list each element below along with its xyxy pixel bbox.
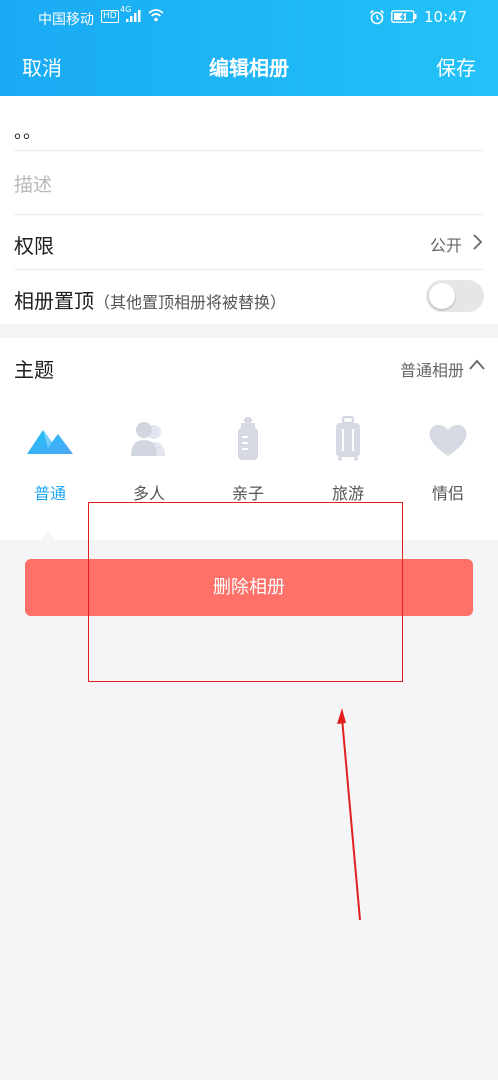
carrier-name: 中国移动: [38, 12, 94, 28]
status-bar: 中国移动 HD 4G 10:47: [0, 0, 498, 34]
divider: [14, 214, 484, 215]
theme-option-label: 多人: [132, 484, 165, 503]
battery-icon: [391, 10, 417, 23]
header: 中国移动 HD 4G 10:47 取消 编辑相册 保存: [0, 0, 498, 96]
pin-hint: （其他置顶相册将被替换）: [94, 293, 287, 312]
theme-option-group[interactable]: 多人: [99, 416, 199, 516]
chevron-right-icon: [473, 234, 483, 250]
album-name-input[interactable]: [14, 114, 484, 148]
luggage-icon: [336, 416, 360, 461]
theme-option-label: 情侣: [431, 484, 464, 503]
theme-option-label: 亲子: [231, 484, 264, 503]
permission-label: 权限: [14, 234, 54, 258]
theme-option-normal[interactable]: 普通: [0, 416, 100, 516]
divider: [14, 150, 484, 151]
theme-option-label: 普通: [33, 484, 66, 503]
page-title: 编辑相册: [209, 56, 289, 80]
save-button[interactable]: 保存: [436, 52, 476, 81]
theme-option-travel[interactable]: 旅游: [298, 416, 398, 516]
divider: [14, 269, 484, 270]
screen: 中国移动 HD 4G 10:47 取消 编辑相册 保存 。。 描述 权限 公开 …: [0, 0, 498, 1080]
theme-selected-value[interactable]: 普通相册: [400, 357, 464, 381]
album-form: 描述 权限 公开 相册置顶（其他置顶相册将被替换）: [0, 96, 498, 324]
alarm-icon: [369, 9, 385, 25]
clock: 10:47: [424, 8, 468, 26]
annotation-arrow: [337, 708, 361, 921]
theme-label: 主题: [14, 358, 54, 382]
toggle-knob: [429, 283, 455, 309]
chevron-up-icon[interactable]: [468, 357, 486, 373]
theme-option-family[interactable]: 亲子: [198, 416, 298, 516]
navigation-bar: 取消 编辑相册 保存: [0, 34, 498, 96]
people-icon: [131, 422, 165, 456]
theme-option-couple[interactable]: 情侣: [398, 416, 498, 516]
selected-theme-pointer: [39, 532, 57, 541]
pin-album-toggle[interactable]: [426, 280, 484, 312]
signal-icon: [126, 10, 141, 22]
pin-album-label: 相册置顶（其他置顶相册将被替换）: [14, 285, 286, 314]
mountain-icon: [27, 430, 73, 454]
baby-bottle-icon: [238, 417, 258, 460]
permission-value: 公开: [429, 236, 462, 255]
annotation-box: [88, 502, 403, 682]
theme-option-label: 旅游: [331, 484, 364, 503]
description-input[interactable]: 描述: [14, 170, 52, 197]
wifi-icon: [148, 9, 164, 22]
hd-badge: HD: [101, 10, 119, 23]
heart-icon: [429, 424, 467, 456]
pin-label-text: 相册置顶: [14, 289, 94, 313]
